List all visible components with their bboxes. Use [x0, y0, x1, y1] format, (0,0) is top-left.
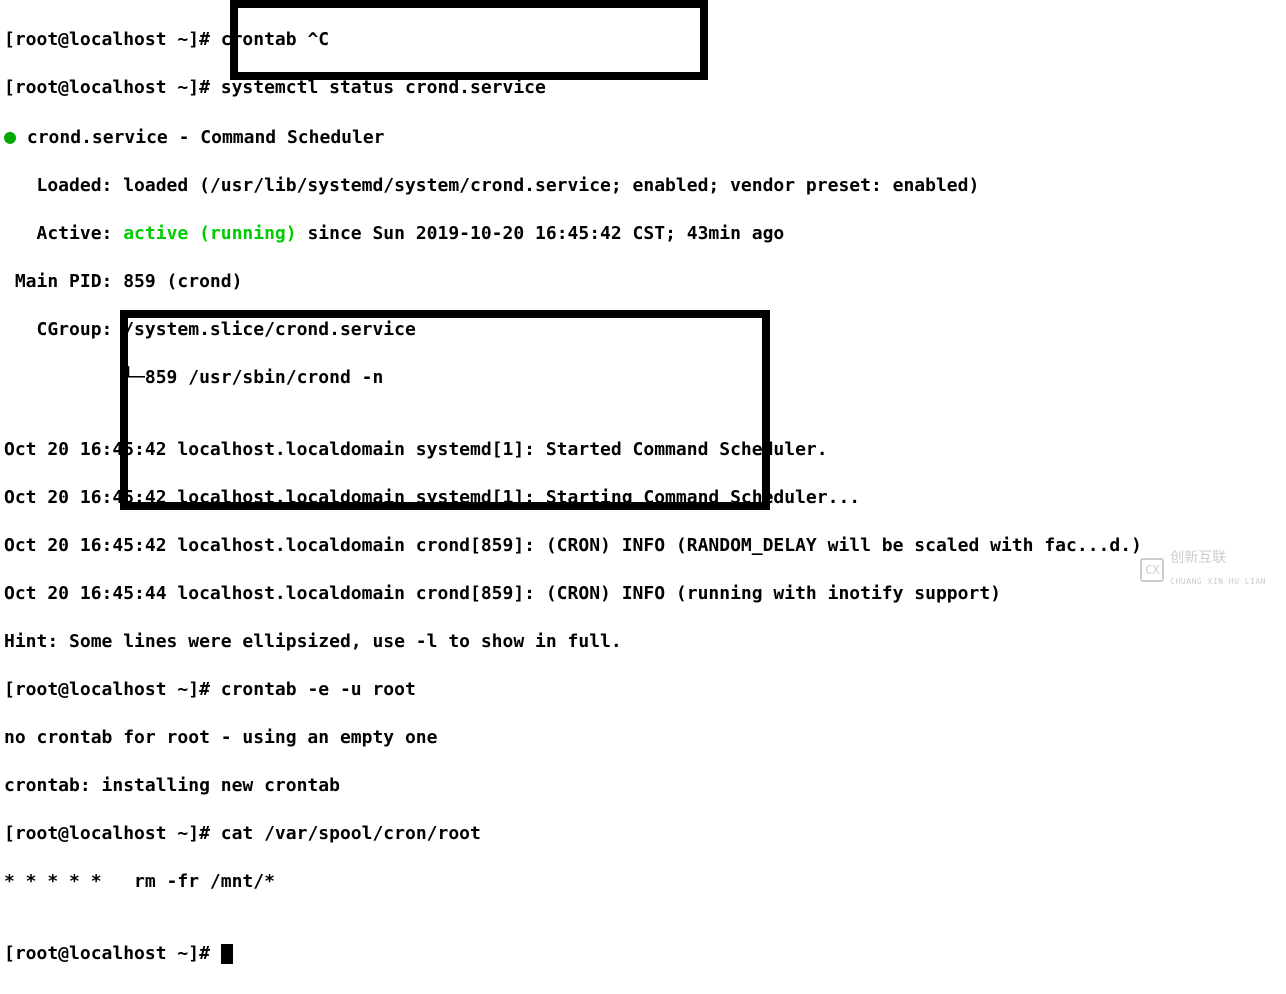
- active-label: Active:: [4, 223, 123, 244]
- command-text: systemctl status crond.service: [221, 77, 546, 98]
- status-dot-icon: ●: [4, 124, 16, 148]
- terminal-output[interactable]: [root@localhost ~]# crontab ^C [root@loc…: [0, 0, 1286, 994]
- active-status: active (running): [123, 223, 296, 244]
- terminal-line: ● crond.service - Command Scheduler: [4, 124, 1282, 150]
- watermark-logo-icon: CX: [1140, 558, 1164, 582]
- terminal-line: Oct 20 16:45:44 localhost.localdomain cr…: [4, 582, 1282, 606]
- prompt: [root@localhost ~]#: [4, 679, 221, 700]
- terminal-line: [root@localhost ~]# crontab -e -u root: [4, 678, 1282, 702]
- watermark: CX 创新互联 CHUANG XIN HU LIAN: [1140, 546, 1266, 594]
- command-text: crontab ^C: [221, 29, 329, 50]
- terminal-line: Active: active (running) since Sun 2019-…: [4, 222, 1282, 246]
- terminal-line: Loaded: loaded (/usr/lib/systemd/system/…: [4, 174, 1282, 198]
- prompt: [root@localhost ~]#: [4, 823, 221, 844]
- terminal-line: no crontab for root - using an empty one: [4, 726, 1282, 750]
- terminal-line: Hint: Some lines were ellipsized, use -l…: [4, 630, 1282, 654]
- terminal-line: Main PID: 859 (crond): [4, 270, 1282, 294]
- command-text: crontab -e -u root: [221, 679, 416, 700]
- service-name: crond.service - Command Scheduler: [16, 127, 384, 148]
- active-time: since Sun 2019-10-20 16:45:42 CST; 43min…: [297, 223, 785, 244]
- prompt: [root@localhost ~]#: [4, 29, 221, 50]
- terminal-line: CGroup: /system.slice/crond.service: [4, 318, 1282, 342]
- terminal-line: * * * * * rm -fr /mnt/*: [4, 870, 1282, 894]
- prompt: [root@localhost ~]#: [4, 77, 221, 98]
- cursor-icon: [221, 944, 233, 964]
- terminal-line: [root@localhost ~]# systemctl status cro…: [4, 76, 1282, 100]
- terminal-line: [root@localhost ~]# crontab ^C: [4, 28, 1282, 52]
- terminal-line: └─859 /usr/sbin/crond -n: [4, 366, 1282, 390]
- terminal-line: [root@localhost ~]#: [4, 942, 1282, 966]
- terminal-line: Oct 20 16:45:42 localhost.localdomain sy…: [4, 438, 1282, 462]
- watermark-text: 创新互联 CHUANG XIN HU LIAN: [1170, 546, 1266, 594]
- prompt: [root@localhost ~]#: [4, 943, 221, 964]
- command-text: cat /var/spool/cron/root: [221, 823, 481, 844]
- terminal-line: Oct 20 16:45:42 localhost.localdomain sy…: [4, 486, 1282, 510]
- terminal-line: crontab: installing new crontab: [4, 774, 1282, 798]
- terminal-line: Oct 20 16:45:42 localhost.localdomain cr…: [4, 534, 1282, 558]
- terminal-line: [root@localhost ~]# cat /var/spool/cron/…: [4, 822, 1282, 846]
